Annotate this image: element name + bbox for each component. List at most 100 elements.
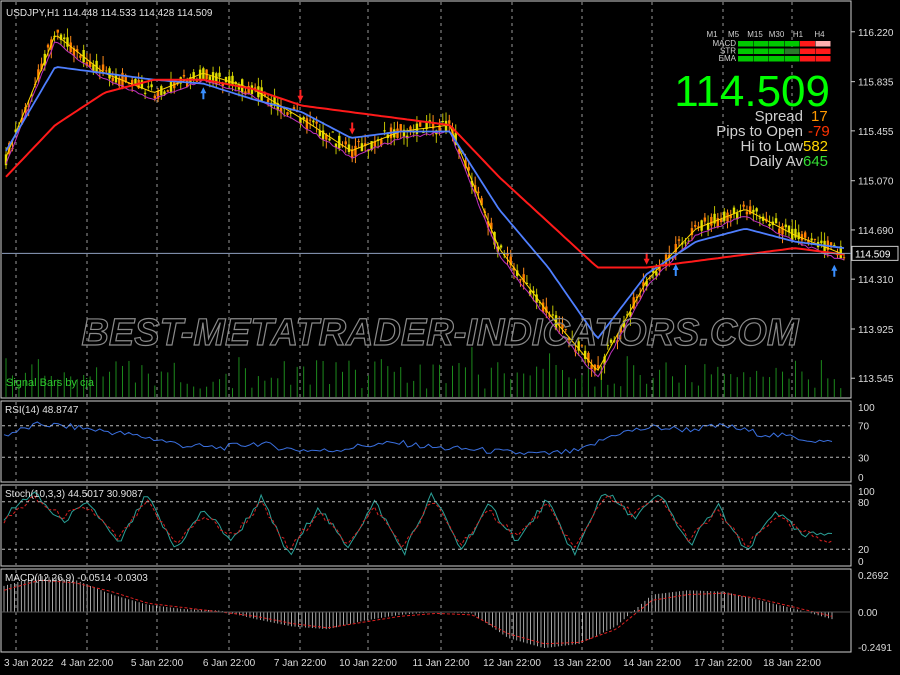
candle-body [755, 208, 758, 212]
y-tick-label: 0.2692 [858, 571, 889, 582]
y-tick-label: 114.690 [858, 226, 894, 237]
candle-body [150, 84, 153, 88]
candle-body [315, 121, 318, 124]
x-tick-label: 6 Jan 22:00 [203, 658, 256, 669]
y-tick-label: 0 [858, 473, 864, 484]
candle-body [752, 209, 755, 213]
candle-body [638, 295, 642, 297]
candle-body [354, 145, 357, 156]
x-tick-label: 13 Jan 22:00 [553, 658, 611, 669]
x-tick-label: 18 Jan 22:00 [763, 658, 821, 669]
candle-body [344, 141, 347, 145]
indicator-status-cell [753, 41, 769, 47]
daily-value: 645 [803, 153, 828, 170]
buy-arrow-icon [200, 87, 207, 100]
candle-body [677, 239, 681, 241]
candle-body [305, 118, 309, 130]
candle-body [829, 242, 833, 246]
candle-body [742, 204, 745, 207]
indicator-status-cell [815, 41, 831, 47]
candle-body [46, 44, 50, 48]
indicator-status-cell [800, 48, 815, 54]
candle-body [308, 119, 312, 121]
candle-body [114, 75, 118, 83]
panel-title: MACD(12,26,9) -0.0514 -0.0303 [5, 573, 148, 584]
candle-body [710, 216, 713, 226]
candle-body [842, 257, 846, 259]
timeframe-label: M5 [728, 30, 740, 39]
x-tick-label: 4 Jan 22:00 [61, 658, 114, 669]
candle-body [810, 238, 813, 241]
candle-body [56, 29, 59, 33]
candle-body [228, 76, 231, 85]
y-tick-label: -0.2491 [858, 643, 892, 654]
current-price-big: 114.509 [674, 67, 830, 116]
indicator-status-cell [784, 41, 800, 47]
candle-body [218, 72, 221, 77]
x-tick-label: 12 Jan 22:00 [483, 658, 541, 669]
candle-body [803, 232, 807, 238]
y-tick-label: 114.310 [858, 275, 894, 286]
candle-body [774, 218, 778, 224]
sell-arrow-icon [643, 252, 650, 265]
candle-body [703, 217, 707, 222]
candle-body [134, 78, 137, 84]
candle-body [477, 191, 480, 194]
indicator-row-label: EMA [719, 54, 737, 63]
indicator-status-cell [800, 41, 815, 47]
indicator-status-cell [769, 56, 784, 62]
candle-body [409, 126, 412, 130]
stoch-signal-line [3, 494, 833, 550]
signal-bars-label: Signal Bars by cja [6, 377, 95, 389]
trading-chart: 3 Jan 2022 4 Jan 22:00 5 Jan 22:00 6 Jan 22… [0, 0, 899, 669]
candle-body [448, 120, 451, 124]
indicator-status-cell [738, 48, 753, 54]
candle-body [182, 75, 186, 77]
indicator-status-cell [753, 48, 769, 54]
indicator-status-cell [784, 56, 800, 62]
indicator-status-cell [800, 56, 815, 62]
symbol-header: USDJPY,H1 114.448 114.533 114.428 114.50… [6, 8, 213, 19]
candle-body [794, 228, 797, 238]
candle-body [79, 55, 82, 58]
candle-body [195, 80, 199, 82]
y-tick-label: 0 [858, 557, 864, 568]
candle-body [768, 224, 771, 227]
timeframe-label: M1 [706, 30, 718, 39]
candle-body [266, 99, 270, 103]
timeframe-label: M30 [769, 30, 785, 39]
candle-body [147, 86, 150, 88]
panel-title: RSI(14) 48.8747 [5, 405, 79, 416]
x-tick-label: 10 Jan 22:00 [339, 658, 397, 669]
y-tick-label: 115.835 [858, 78, 894, 89]
x-tick-label: 11 Jan 22:00 [412, 658, 470, 669]
indicator-status-cell [784, 48, 800, 54]
x-tick-label: 14 Jan 22:00 [623, 658, 681, 669]
candle-body [160, 86, 163, 96]
candle-body [655, 271, 658, 276]
candle-body [63, 37, 66, 40]
candle-body [328, 138, 331, 141]
candle-body [778, 228, 781, 234]
y-tick-label: 115.455 [858, 127, 894, 138]
candle-body [519, 278, 522, 281]
x-tick-label: 5 Jan 22:00 [131, 658, 184, 669]
candle-body [723, 211, 726, 221]
daily-label: Daily Av [749, 153, 803, 170]
candle-body [347, 144, 351, 152]
y-tick-label: 100 [858, 487, 875, 498]
candle-body [143, 92, 147, 94]
candle-body [383, 130, 386, 132]
watermark: BEST-METATRADER-INDICATORS.COM [81, 312, 799, 354]
rsi-panel[interactable] [0, 400, 852, 483]
candle-body [418, 122, 422, 127]
candle-body [693, 225, 697, 227]
candle-body [111, 77, 114, 81]
timeframe-label: H4 [814, 30, 825, 39]
y-tick-label: 115.070 [858, 177, 894, 188]
candle-body [101, 64, 105, 71]
candle-body [813, 238, 817, 240]
candle-body [312, 120, 315, 123]
current-price-label: 114.509 [855, 249, 891, 260]
candle-body [105, 70, 108, 72]
